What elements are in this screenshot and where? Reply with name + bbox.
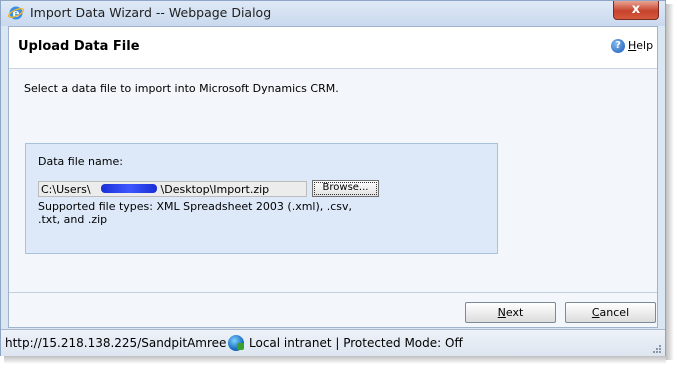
status-bar: http://15.218.138.225/SandpitAmreek Loca… [1, 329, 665, 356]
close-icon: x [631, 2, 641, 17]
file-path-input[interactable] [38, 181, 307, 197]
next-mnemonic: N [497, 306, 506, 319]
cancel-label-rest: ancel [599, 306, 630, 319]
resize-grip-icon[interactable] [652, 344, 662, 354]
page-title: Upload Data File [18, 39, 140, 54]
status-url: http://15.218.138.225/SandpitAmreek [5, 336, 226, 350]
window-shadow-right [666, 4, 674, 360]
help-icon[interactable]: ? [611, 39, 625, 53]
cancel-button[interactable]: Cancel [565, 302, 656, 323]
header-band: Upload Data File ? Help [9, 27, 657, 69]
dialog-window: e Import Data Wizard -- Webpage Dialog x… [0, 0, 666, 356]
footer-divider [9, 292, 657, 293]
help-link-rest: elp [636, 39, 654, 52]
globe-icon [228, 335, 244, 351]
file-panel: Data file name: Browse... Supported file… [25, 143, 498, 254]
next-button[interactable]: Next [465, 302, 556, 323]
instruction-text: Select a data file to import into Micros… [24, 82, 339, 95]
close-button[interactable]: x [613, 1, 659, 20]
window-shadow-bottom [4, 356, 666, 364]
next-label-rest: ext [505, 306, 524, 319]
username-redaction [101, 184, 157, 193]
title-bar[interactable]: e Import Data Wizard -- Webpage Dialog x [1, 1, 665, 26]
security-zone-text: Local intranet | Protected Mode: Off [249, 336, 463, 350]
cancel-mnemonic: C [591, 306, 600, 319]
ie-icon: e [7, 5, 25, 21]
window-title: Import Data Wizard -- Webpage Dialog [30, 5, 272, 20]
browse-button[interactable]: Browse... [312, 180, 379, 197]
dialog-content: Upload Data File ? Help Select a data fi… [8, 26, 658, 328]
supported-file-types: Supported file types: XML Spreadsheet 20… [38, 200, 353, 226]
help-link[interactable]: Help [628, 39, 653, 52]
file-name-label: Data file name: [38, 155, 123, 168]
